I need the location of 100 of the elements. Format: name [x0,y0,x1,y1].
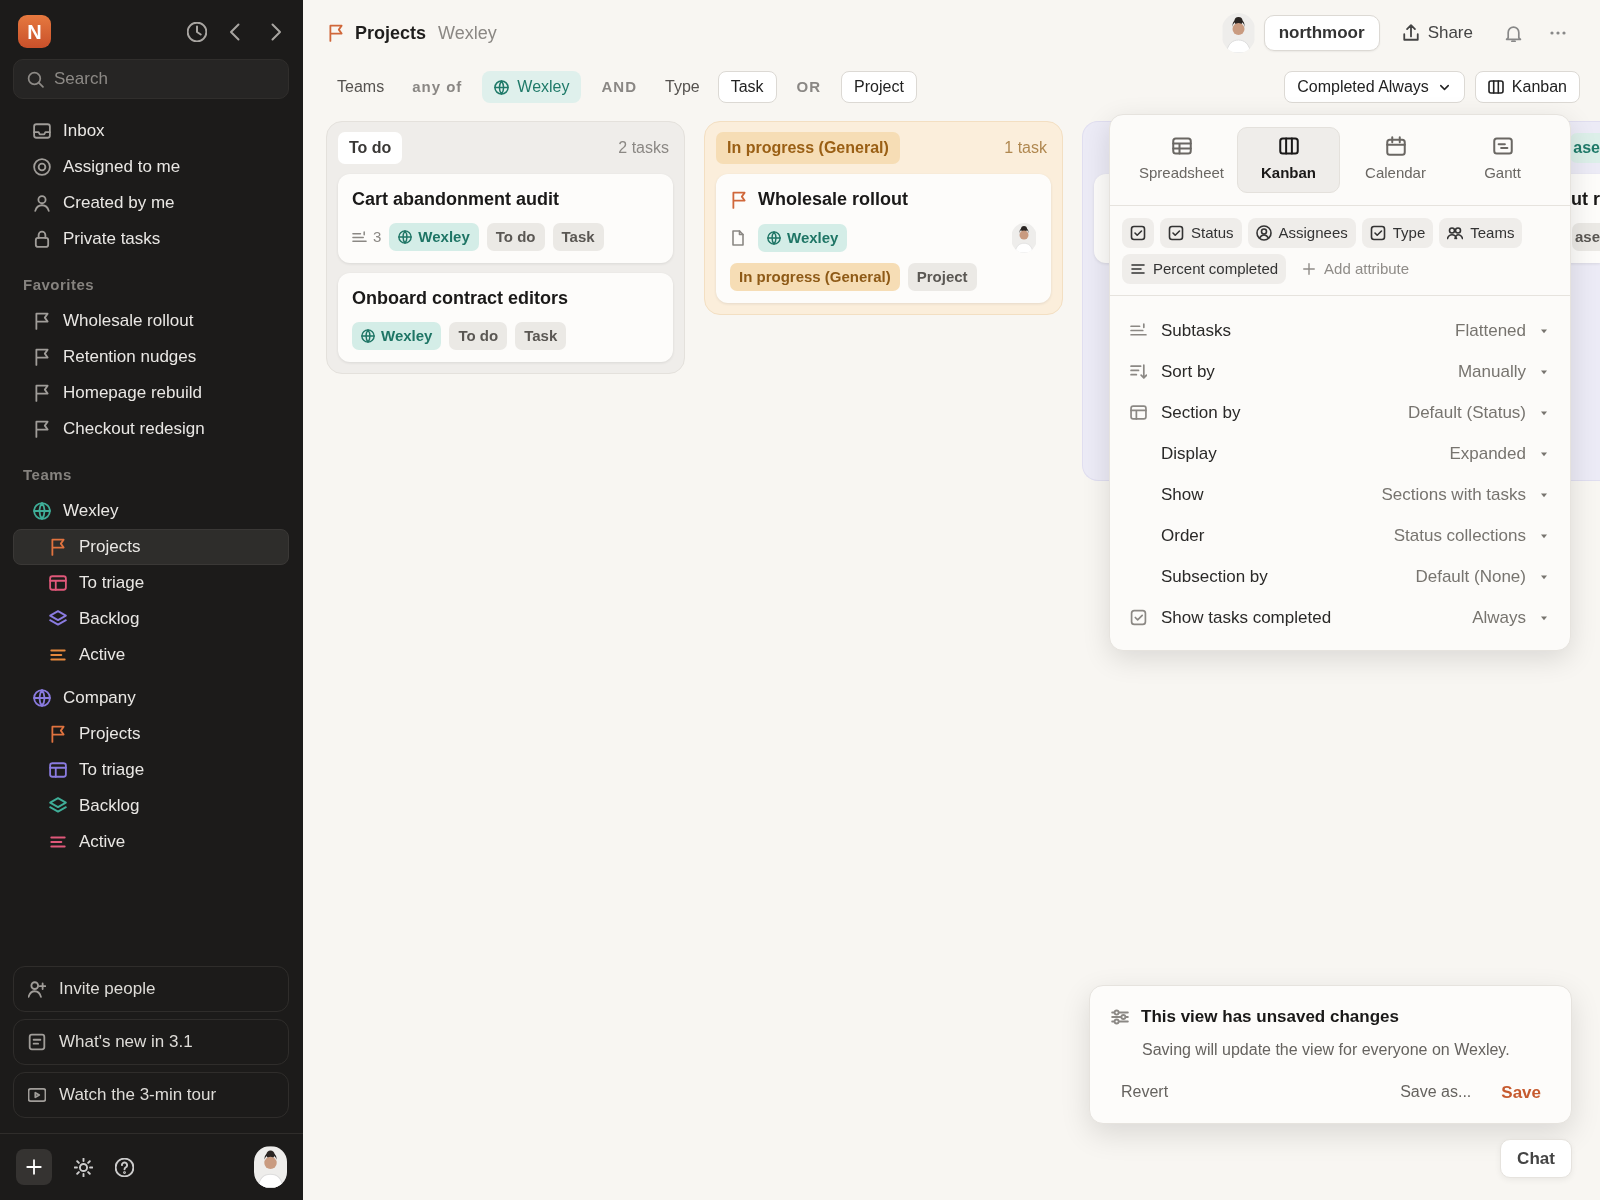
option-dropdown[interactable]: Always [1472,604,1550,631]
page-title: Projects [355,21,427,45]
globe-icon [361,329,375,343]
sidebar-item[interactable]: Company [13,680,289,716]
flag-icon [33,348,51,366]
page-subtitle: Wexley [438,21,497,45]
avatar[interactable] [1220,13,1256,53]
save-button[interactable]: Save [1501,1075,1541,1109]
sidebar-item[interactable]: Private tasks [13,221,289,257]
add-person-icon [28,980,46,998]
task-count: 2 tasks [618,138,670,158]
toast-message: Saving will update the view for everyone on Wexley. [1142,1039,1511,1060]
task-count: 1 task [1004,138,1048,158]
option-label: Subtasks [1161,319,1231,342]
attribute-chip[interactable]: Assignees [1247,218,1356,248]
sidebar-item[interactable]: Active [13,824,289,860]
sidebar-item[interactable]: Projects [13,529,289,565]
task-card[interactable]: Cart abandonment audit 3 Wexley To do Task [338,174,673,263]
calendar-icon [1385,135,1406,156]
share-button[interactable]: Share [1387,20,1487,46]
option-dropdown[interactable]: Default (Status) [1407,399,1550,426]
lines-icon [1130,261,1146,277]
option-dropdown[interactable]: Status collections [1393,522,1550,549]
filter-chip[interactable]: Wexley [482,71,582,103]
checkbox-icon [1130,225,1146,241]
attribute-chip[interactable]: Status [1160,218,1242,248]
attribute-chip[interactable] [1122,218,1154,248]
new-button[interactable] [16,1149,52,1185]
sidebar-item[interactable]: Homepage rebuild [13,375,289,411]
subtasks-icon [1130,322,1147,339]
card-title: Wholesale rollout [758,188,908,211]
chat-button[interactable]: Chat [1500,1139,1572,1178]
help-button[interactable] [115,1157,134,1177]
avatar[interactable] [1011,223,1037,253]
sidebar-item[interactable]: Active [13,637,289,673]
document-icon [730,230,746,246]
search-field[interactable]: Search [13,59,289,99]
sun-icon [74,1157,93,1177]
flag-icon [327,24,345,42]
sidebar-link[interactable]: Watch the 3-min tour [13,1072,289,1118]
bell-icon [1505,24,1522,42]
toast-button[interactable]: Save as... [1400,1076,1472,1109]
view-button[interactable]: Kanban [1474,71,1580,103]
option-dropdown[interactable]: Expanded [1449,440,1550,467]
app-logo[interactable]: N [18,15,51,48]
filter-chip[interactable]: Task [717,71,777,103]
person-circle-icon [1255,225,1272,241]
option-label: Order [1161,524,1205,547]
sidebar-item[interactable]: Backlog [13,788,289,824]
attribute-chip[interactable]: Teams [1439,218,1523,248]
toast-title: This view has unsaved changes [1141,1006,1399,1028]
section-heading: Teams [22,464,73,485]
sidebar-item[interactable]: Backlog [13,601,289,637]
sidebar-item[interactable]: Wexley [13,493,289,529]
columns-icon [1487,79,1504,95]
option-dropdown[interactable]: Manually [1457,358,1550,385]
flag-icon [33,312,51,330]
completed-dropdown[interactable]: Completed Always [1284,71,1465,103]
option-label: Show [1161,483,1204,506]
sidebar-item[interactable]: Wholesale rollout [13,303,289,339]
globe-icon [767,231,781,245]
sidebar-item[interactable]: Checkout redesign [13,411,289,447]
flag-icon [730,190,748,209]
globe-icon [398,230,413,244]
view-tab[interactable]: Gantt [1451,127,1554,193]
user-button[interactable]: northmoor [1263,15,1380,51]
sidebar-item[interactable]: Inbox [13,113,289,149]
view-tab[interactable]: Spreadsheet [1130,127,1233,193]
filter-chip[interactable]: Project [841,71,917,103]
table-icon [1171,135,1192,156]
search-icon [27,71,44,88]
task-card[interactable]: Onboard contract editors Wexley To do Task [338,273,673,362]
option-dropdown[interactable]: Sections with tasks [1381,481,1550,508]
view-tab[interactable]: Calendar [1344,127,1447,193]
theme-button[interactable] [74,1157,93,1177]
sidebar-item[interactable]: Retention nudges [13,339,289,375]
toast-button[interactable]: Revert [1121,1076,1169,1109]
sidebar-link[interactable]: Invite people [13,966,289,1012]
sidebar-item[interactable]: Assigned to me [13,149,289,185]
target-icon [33,158,51,176]
sidebar-item[interactable]: Created by me [13,185,289,221]
option-dropdown[interactable]: Default (None) [1415,563,1550,590]
clock-icon [187,21,207,42]
plus-icon [1302,262,1317,276]
avatar[interactable] [254,1146,287,1188]
subtask-count: 3 [373,226,382,247]
team-tag: Wexley [352,322,442,350]
tag: Task [515,322,567,350]
attribute-chip[interactable]: Percent completed [1122,254,1287,284]
option-dropdown[interactable]: Flattened [1455,317,1550,344]
sidebar-item[interactable]: To triage [13,565,289,601]
task-card[interactable]: Wholesale rollout Wexley In progress (General) Project [716,174,1051,303]
history-button[interactable] [187,21,207,42]
column-tag: ase [1570,133,1600,163]
filter-label: Type [664,77,701,97]
sidebar-link[interactable]: What's new in 3.1 [13,1019,289,1065]
sidebar-item[interactable]: To triage [13,752,289,788]
sidebar-item[interactable]: Projects [13,716,289,752]
attribute-chip[interactable]: Type [1361,218,1434,248]
view-tab[interactable]: Kanban [1237,127,1340,193]
